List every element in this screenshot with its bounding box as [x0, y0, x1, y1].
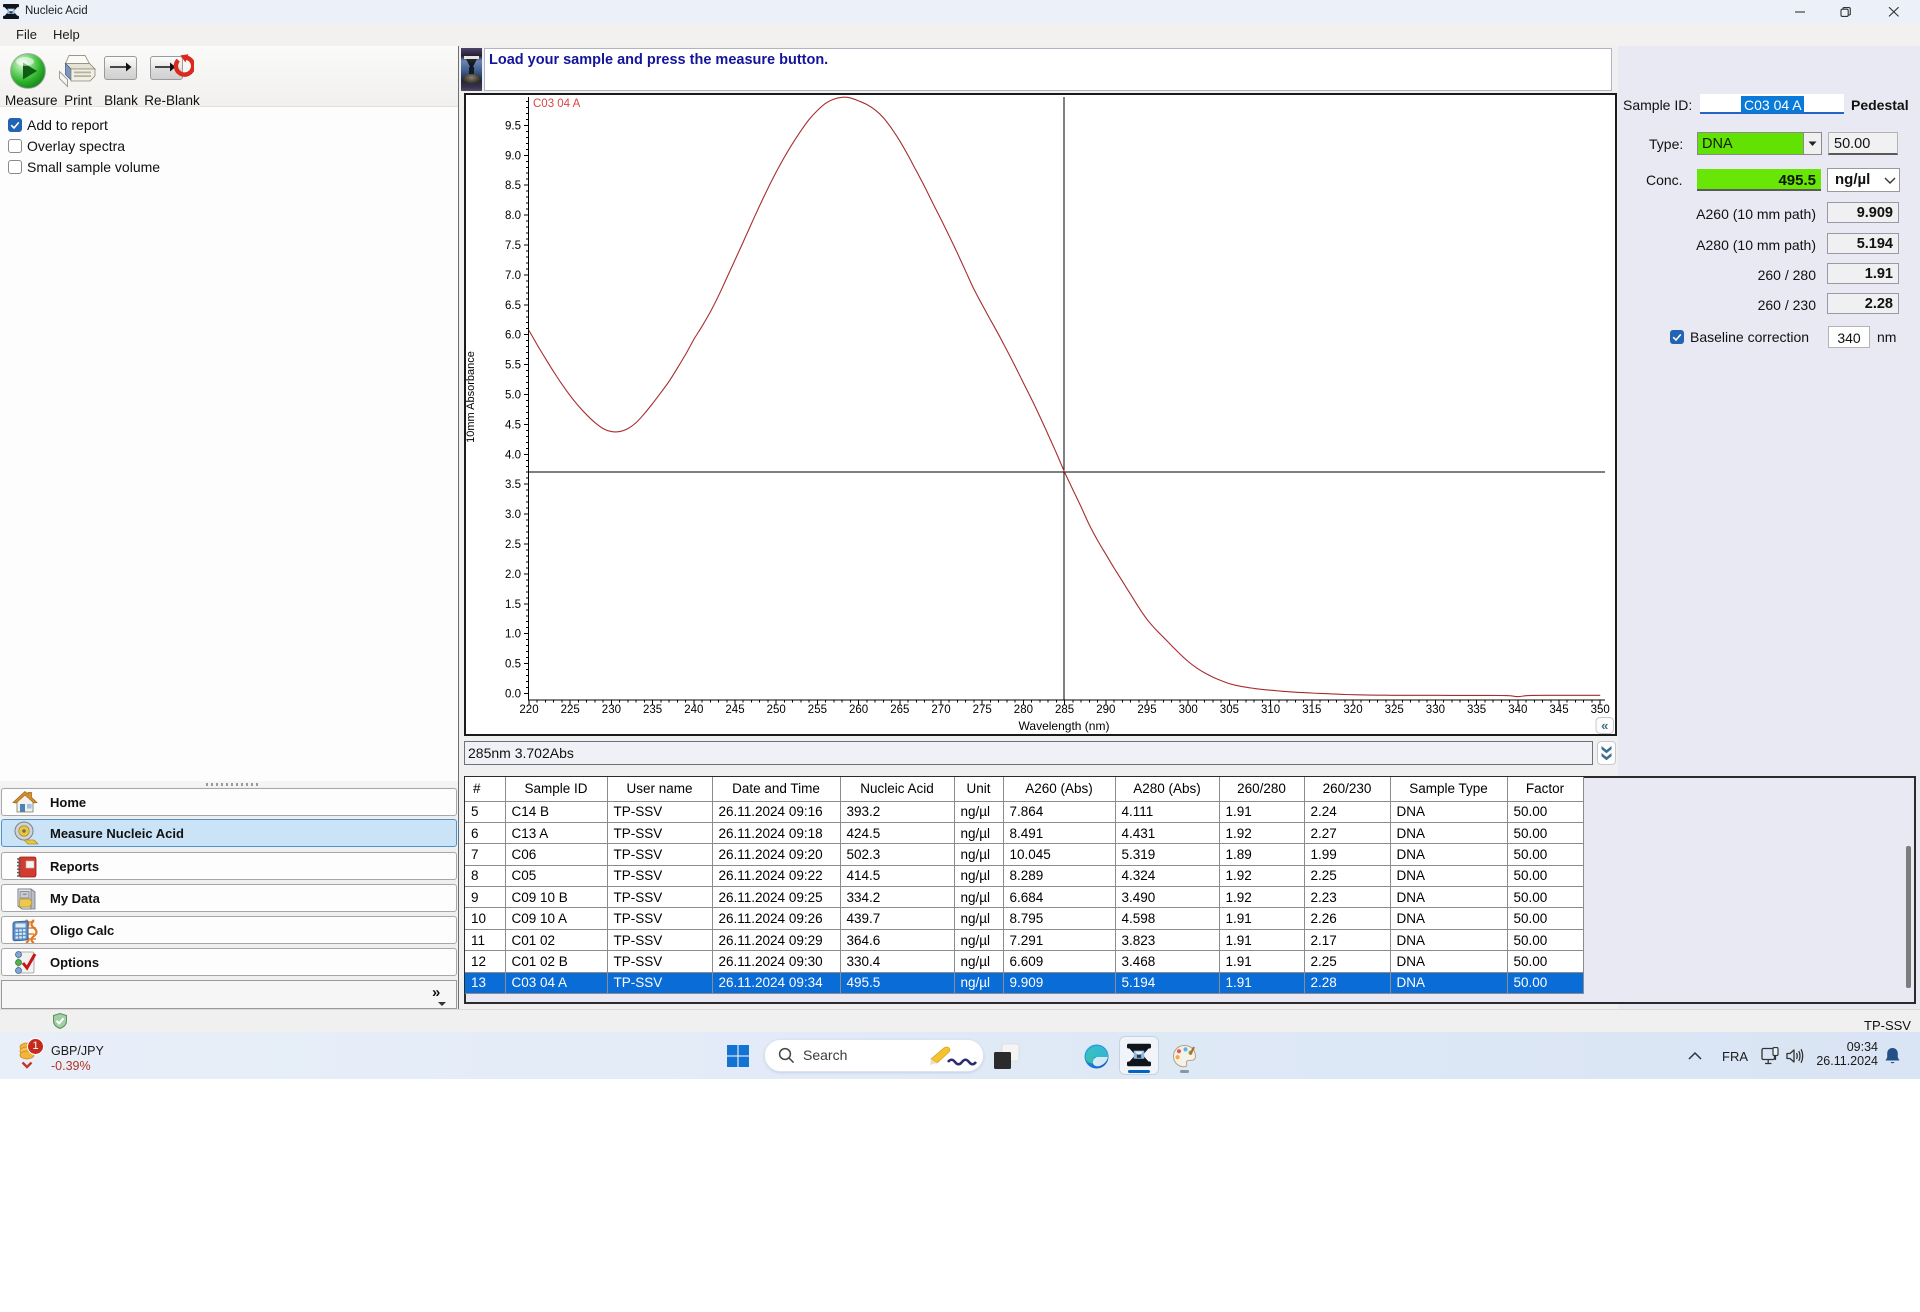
svg-text:230: 230: [602, 704, 621, 716]
svg-text:345: 345: [1549, 704, 1568, 716]
svg-text:7.0: 7.0: [505, 270, 521, 282]
svg-text:315: 315: [1302, 704, 1321, 716]
svg-text:3.0: 3.0: [505, 509, 521, 521]
svg-text:1.5: 1.5: [505, 599, 521, 611]
svg-text:305: 305: [1220, 704, 1239, 716]
svg-text:220: 220: [519, 704, 538, 716]
svg-text:8.5: 8.5: [505, 180, 521, 192]
svg-text:250: 250: [767, 704, 786, 716]
svg-text:8.0: 8.0: [505, 210, 521, 222]
svg-text:280: 280: [1014, 704, 1033, 716]
svg-text:320: 320: [1343, 704, 1362, 716]
svg-text:5.5: 5.5: [505, 360, 521, 372]
svg-text:1.0: 1.0: [505, 629, 521, 641]
svg-text:330: 330: [1426, 704, 1445, 716]
svg-text:270: 270: [931, 704, 950, 716]
svg-text:265: 265: [890, 704, 909, 716]
svg-text:255: 255: [808, 704, 827, 716]
svg-text:2.5: 2.5: [505, 539, 521, 551]
svg-text:Wavelength (nm): Wavelength (nm): [1019, 719, 1110, 733]
svg-text:0.5: 0.5: [505, 659, 521, 671]
svg-text:235: 235: [643, 704, 662, 716]
svg-text:290: 290: [1096, 704, 1115, 716]
svg-text:5.0: 5.0: [505, 390, 521, 402]
svg-text:300: 300: [1179, 704, 1198, 716]
svg-text:6.5: 6.5: [505, 300, 521, 312]
svg-text:6.0: 6.0: [505, 330, 521, 342]
svg-text:285: 285: [1055, 704, 1074, 716]
svg-text:4.5: 4.5: [505, 419, 521, 431]
svg-text:0.0: 0.0: [505, 689, 521, 701]
svg-text:C03 04 A: C03 04 A: [533, 98, 581, 110]
svg-text:7.5: 7.5: [505, 240, 521, 252]
svg-text:2.0: 2.0: [505, 569, 521, 581]
svg-text:245: 245: [725, 704, 744, 716]
svg-text:240: 240: [684, 704, 703, 716]
svg-text:325: 325: [1385, 704, 1404, 716]
svg-text:3.5: 3.5: [505, 479, 521, 491]
svg-text:4.0: 4.0: [505, 449, 521, 461]
svg-text:9.5: 9.5: [505, 120, 521, 132]
svg-text:275: 275: [973, 704, 992, 716]
svg-text:310: 310: [1261, 704, 1280, 716]
svg-text:225: 225: [561, 704, 580, 716]
svg-text:350: 350: [1591, 704, 1610, 716]
svg-text:340: 340: [1508, 704, 1527, 716]
svg-text:9.0: 9.0: [505, 150, 521, 162]
svg-text:335: 335: [1467, 704, 1486, 716]
svg-text:260: 260: [849, 704, 868, 716]
svg-text:10mm Absorbance: 10mm Absorbance: [465, 351, 477, 443]
svg-text:295: 295: [1137, 704, 1156, 716]
svg-text:«: «: [1601, 718, 1608, 733]
